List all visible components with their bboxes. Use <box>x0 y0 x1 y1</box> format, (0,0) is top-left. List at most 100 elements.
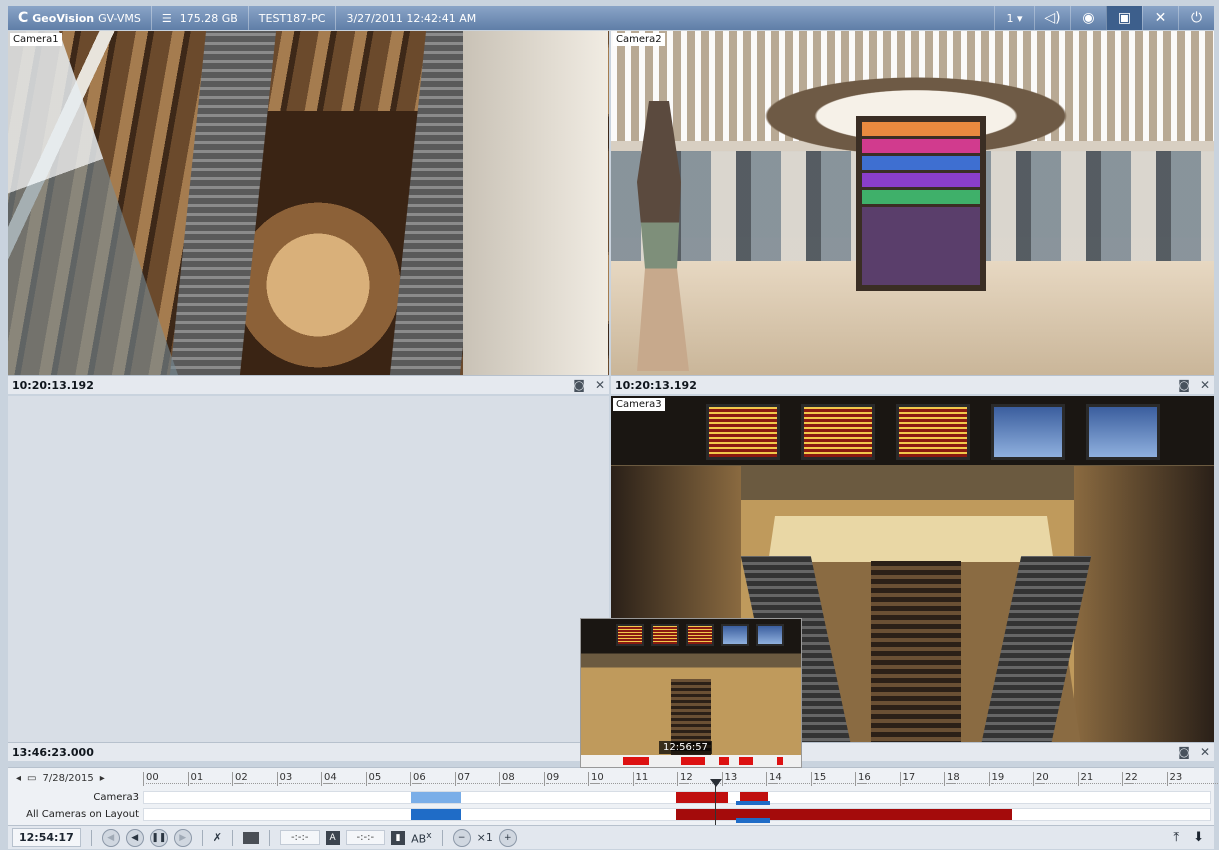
camera2-video <box>611 31 1214 381</box>
logo-text: GeoVision <box>32 11 95 25</box>
end-time-field[interactable]: -:-:- <box>345 830 386 845</box>
timeline-preview-thumbnail: 12:56:57 <box>580 618 802 768</box>
live-view-button[interactable]: ◉ <box>1070 6 1106 30</box>
hour-tick-label: 00 <box>143 772 198 786</box>
speed-indicator: ×1 <box>476 831 493 844</box>
camera-label: Camera3 <box>613 398 665 411</box>
camera1-footer: 10:20:13.192 ◙ ✕ <box>8 375 609 394</box>
camera2-pane[interactable]: Camera2 10:20:13.192 ◙ ✕ <box>611 31 1214 394</box>
camera1-pane[interactable]: Camera1 10:20:13.192 ◙ ✕ <box>8 31 609 394</box>
next-frame-icon: ▶ <box>179 832 187 843</box>
pause-icon: ❚❚ <box>151 832 167 843</box>
snapshot-icon[interactable]: ◙ <box>1178 745 1190 759</box>
storage-size: 175.28 GB <box>179 11 238 25</box>
empty-pane-footer: 13:46:23.000 ◙ <box>8 742 609 761</box>
hour-ruler[interactable]: 00 01 02 03 04 05 06 07 08 09 10 11 12 13 14 15 16 17 18 19… <box>143 768 1219 788</box>
hour-tick-label: 20 <box>1033 772 1088 786</box>
tools-button[interactable]: ✕ <box>1142 6 1178 30</box>
hour-tick-label: 12 <box>677 772 732 786</box>
ab-repeat-button[interactable]: ABx <box>411 830 432 846</box>
hour-tick-label: 11 <box>632 772 688 786</box>
settings-icon[interactable]: ✕ <box>595 378 605 392</box>
playback-button[interactable]: ▣ <box>1106 6 1142 30</box>
calendar-icon[interactable]: ▭ <box>27 773 36 784</box>
tools-icon: ✕ <box>1154 10 1167 26</box>
camera-timestamp: 10:20:13.192 <box>12 378 94 392</box>
timeline-track[interactable] <box>143 808 1211 823</box>
system-datetime: 3/27/2011 12:42:41 AM <box>336 6 486 30</box>
speaker-button[interactable]: ◁) <box>1034 6 1070 30</box>
hour-tick-label: 07 <box>454 772 510 786</box>
settings-icon[interactable]: ✕ <box>1200 745 1210 759</box>
timeline-row-all-cameras: All Cameras on Layout <box>8 806 1214 823</box>
app-name: GV-VMS <box>98 11 141 25</box>
hour-tick-label: 13 <box>721 772 777 786</box>
camera-label: Camera2 <box>613 33 665 46</box>
hour-tick-label: 05 <box>365 772 421 786</box>
export-icon[interactable]: ⤒ <box>1173 830 1179 845</box>
timeline-header: ◂ ▭ 7/28/2015 ▸ 00 01 02 03 04 05 06 07 08 09 10 11… <box>8 768 1219 788</box>
next-day-icon[interactable]: ▸ <box>100 773 105 784</box>
plus-icon: + <box>504 832 512 843</box>
hour-tick-label: 21 <box>1077 772 1133 786</box>
slower-button[interactable]: − <box>452 828 471 847</box>
app-logo: C GeoVision GV-VMS <box>8 6 152 30</box>
date-navigator: ◂ ▭ 7/28/2015 ▸ <box>8 773 143 784</box>
hour-tick-label: 17 <box>899 772 955 786</box>
snapshot-icon[interactable]: ◙ <box>573 378 585 392</box>
camera-timestamp: 13:46:23.000 <box>12 745 94 759</box>
prev-frame-button[interactable]: ◀ <box>101 828 120 847</box>
hour-tick-label: 08 <box>499 772 554 786</box>
eye-icon: ◉ <box>1082 10 1095 26</box>
mute-button[interactable]: ✗ <box>213 831 222 844</box>
mute-icon: ✗ <box>212 831 222 844</box>
timeline-row-label: Camera3 <box>93 792 139 803</box>
hour-tick-label: 23 <box>1166 772 1219 786</box>
timeline-playhead[interactable] <box>710 779 722 825</box>
hour-tick-label: 01 <box>187 772 243 786</box>
title-bar: C GeoVision GV-VMS ☰ 175.28 GB TEST187-P… <box>8 6 1214 30</box>
hour-tick-label: 16 <box>855 772 910 786</box>
preview-event-strip <box>581 755 801 767</box>
timeline: ◂ ▭ 7/28/2015 ▸ 00 01 02 03 04 05 06 07 08 09 10 11… <box>8 767 1219 825</box>
pause-button[interactable]: ❚❚ <box>149 828 168 847</box>
mark-b-button[interactable]: ▮ <box>391 830 406 845</box>
storage-indicator: ☰ 175.28 GB <box>152 6 249 30</box>
speaker-icon: ◁) <box>1044 10 1061 26</box>
rewind-icon: ◀ <box>131 832 139 843</box>
ab-superscript-icon: x <box>426 829 432 841</box>
power-button[interactable]: ⏻ <box>1178 6 1214 30</box>
ab-label: AB <box>411 832 427 846</box>
empty-pane[interactable]: 13:46:23.000 ◙ <box>8 396 609 761</box>
hour-tick-label: 15 <box>810 772 866 786</box>
mark-a-button[interactable]: A <box>325 830 340 845</box>
save-icon: ▣ <box>1117 10 1132 26</box>
database-icon: ☰ <box>161 11 172 25</box>
hour-tick-label: 03 <box>276 772 332 786</box>
settings-icon[interactable]: ✕ <box>1200 378 1210 392</box>
page-selector[interactable]: 1 ▾ <box>994 6 1034 30</box>
playback-clock: 12:54:17 <box>12 828 81 847</box>
faster-button[interactable]: + <box>498 828 517 847</box>
prev-frame-icon: ◀ <box>107 832 115 843</box>
hour-tick-label: 06 <box>410 772 465 786</box>
timeline-date[interactable]: 7/28/2015 <box>42 773 93 784</box>
next-frame-button[interactable]: ▶ <box>173 828 192 847</box>
camera-timestamp: 10:20:13.192 <box>615 378 697 392</box>
snapshot-icon[interactable]: ◙ <box>1178 378 1190 392</box>
prev-day-icon[interactable]: ◂ <box>16 773 21 784</box>
mark-b-icon: ▮ <box>395 832 401 843</box>
timeline-track[interactable] <box>143 791 1211 805</box>
datetime-text: 3/27/2011 12:42:41 AM <box>346 11 477 25</box>
hour-tick-label: 19 <box>988 772 1044 786</box>
hour-tick-label: 14 <box>766 772 821 786</box>
hour-tick-label: 18 <box>944 772 999 786</box>
timeline-row-camera3: Camera3 <box>8 789 1214 806</box>
pin-icon[interactable]: ⬇ <box>1193 830 1204 845</box>
geovision-logo-icon: C <box>18 10 29 26</box>
minus-icon: − <box>457 832 466 843</box>
rewind-button[interactable]: ◀ <box>125 828 144 847</box>
start-time-field[interactable]: -:-:- <box>279 830 320 845</box>
stop-button[interactable] <box>242 831 259 844</box>
timeline-row-label: All Cameras on Layout <box>26 809 139 820</box>
